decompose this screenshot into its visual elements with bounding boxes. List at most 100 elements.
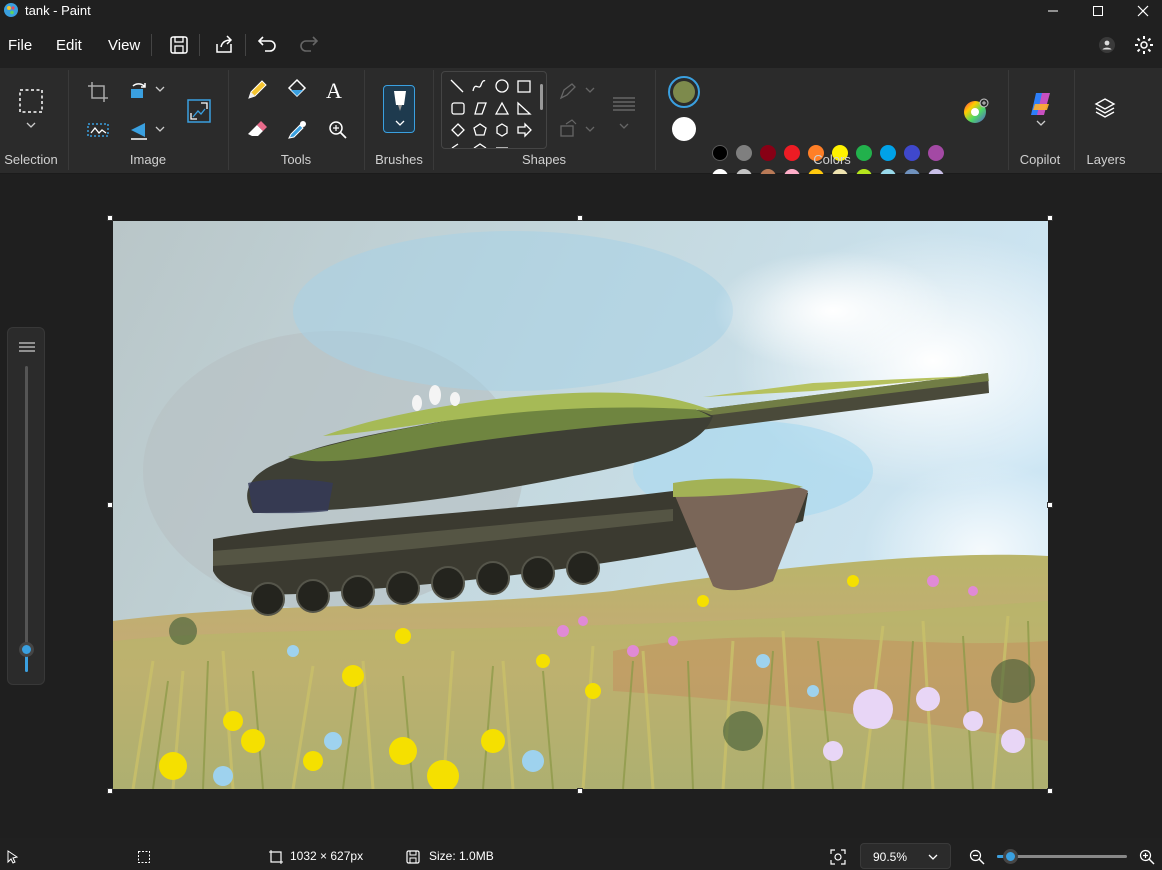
- group-label-layers: Layers: [1086, 152, 1126, 167]
- magnifier-icon[interactable]: [326, 118, 350, 142]
- ribbon-separator: [228, 70, 229, 170]
- maximize-icon: [1093, 6, 1103, 16]
- color-swatch[interactable]: [928, 145, 944, 161]
- resize-handle-bottom-left[interactable]: [107, 788, 113, 794]
- ribbon-separator: [1008, 70, 1009, 170]
- rotate-icon[interactable]: [127, 80, 151, 104]
- canvas-dimensions: 1032 × 627px: [290, 849, 364, 863]
- primary-color-fill: [673, 81, 695, 103]
- color-swatch[interactable]: [760, 145, 776, 161]
- canvas-image[interactable]: [113, 221, 1048, 789]
- ribbon-separator: [68, 70, 69, 170]
- brush-size-panel: [7, 327, 45, 685]
- shapes-gallery-icons: [450, 79, 543, 148]
- rectangle-select-icon[interactable]: [18, 88, 44, 114]
- status-bar: 1032 × 627px Size: 1.0MB 90.5%: [0, 838, 1162, 870]
- maximize-button[interactable]: [1075, 0, 1121, 22]
- shape-outline-icon[interactable]: [558, 80, 598, 104]
- tank-painting: [113, 221, 1048, 789]
- resize-handle-left[interactable]: [107, 502, 113, 508]
- color-swatch[interactable]: [880, 145, 896, 161]
- close-button[interactable]: [1120, 0, 1162, 22]
- resize-handle-bottom-right[interactable]: [1047, 788, 1053, 794]
- chevron-down-icon[interactable]: [1034, 118, 1048, 128]
- ribbon-toolbar: Selection Image A Tools Brushes Shapes C…: [0, 68, 1162, 209]
- chevron-down-icon: [928, 854, 938, 860]
- file-size-icon: [406, 850, 420, 864]
- selection-size-icon: [138, 851, 150, 863]
- minimize-button[interactable]: [1030, 0, 1076, 22]
- ribbon-separator: [655, 70, 656, 170]
- menu-file[interactable]: File: [8, 37, 32, 54]
- menu-separator: [151, 34, 152, 56]
- window-title: tank - Paint: [25, 3, 91, 18]
- chevron-down-icon[interactable]: [153, 84, 167, 94]
- color-swatch[interactable]: [712, 145, 728, 161]
- resize-handle-bottom[interactable]: [577, 788, 583, 794]
- resize-image-icon[interactable]: [186, 98, 212, 124]
- ribbon-separator: [1074, 70, 1075, 170]
- shape-fill-icon[interactable]: [558, 118, 598, 142]
- remove-background-icon[interactable]: [86, 118, 110, 142]
- shapes-gallery[interactable]: [441, 71, 547, 149]
- resize-handle-top[interactable]: [577, 215, 583, 221]
- pencil-icon[interactable]: [245, 78, 269, 102]
- brushes-button[interactable]: [383, 85, 415, 133]
- account-icon[interactable]: [1097, 35, 1117, 55]
- chevron-down-icon[interactable]: [24, 120, 38, 130]
- zoom-in-icon[interactable]: [1138, 848, 1156, 866]
- flip-icon[interactable]: [127, 118, 151, 142]
- chevron-down-icon[interactable]: [153, 124, 167, 134]
- resize-handle-top-right[interactable]: [1047, 215, 1053, 221]
- zoom-out-icon[interactable]: [968, 848, 986, 866]
- share-icon[interactable]: [213, 34, 235, 56]
- copilot-icon[interactable]: [1027, 90, 1055, 118]
- zoom-dropdown[interactable]: 90.5%: [860, 843, 951, 869]
- redo-icon[interactable]: [297, 33, 319, 55]
- group-label-brushes: Brushes: [375, 152, 423, 167]
- resize-handle-top-left[interactable]: [107, 215, 113, 221]
- menu-view[interactable]: View: [108, 37, 140, 54]
- group-label-colors: Colors: [813, 152, 851, 167]
- group-label-tools: Tools: [280, 152, 312, 167]
- cursor-position-icon: [7, 850, 19, 864]
- layers-icon[interactable]: [1093, 96, 1117, 120]
- menu-separator: [199, 34, 200, 56]
- secondary-color-swatch[interactable]: [672, 117, 696, 141]
- menu-edit[interactable]: Edit: [56, 37, 82, 54]
- crop-icon[interactable]: [86, 80, 110, 104]
- fit-to-window-icon[interactable]: [829, 848, 847, 866]
- color-swatch[interactable]: [736, 145, 752, 161]
- menu-separator: [245, 34, 246, 56]
- brush-size-track[interactable]: [25, 366, 28, 672]
- close-icon: [1137, 5, 1149, 17]
- group-label-shapes: Shapes: [521, 152, 567, 167]
- minimize-icon: [1048, 10, 1058, 12]
- paint-app-icon: [4, 3, 18, 17]
- ribbon-separator: [364, 70, 365, 170]
- brush-icon: [394, 91, 406, 111]
- zoom-level: 90.5%: [873, 850, 908, 864]
- stroke-width-icon: [19, 342, 35, 352]
- group-label-selection: Selection: [4, 152, 58, 167]
- canvas-size-icon: [269, 850, 283, 864]
- color-swatch[interactable]: [904, 145, 920, 161]
- save-icon[interactable]: [168, 34, 190, 56]
- undo-icon[interactable]: [257, 33, 279, 55]
- color-picker-icon[interactable]: [285, 118, 309, 142]
- fill-bucket-icon[interactable]: [285, 78, 309, 102]
- brush-size-thumb[interactable]: [19, 642, 34, 657]
- chevron-down-icon: [395, 120, 405, 126]
- title-bar: tank - Paint: [0, 0, 1162, 22]
- file-size: Size: 1.0MB: [429, 849, 494, 863]
- text-tool-icon[interactable]: A: [326, 78, 350, 103]
- settings-gear-icon[interactable]: [1133, 34, 1155, 56]
- resize-handle-right[interactable]: [1047, 502, 1053, 508]
- zoom-slider-thumb[interactable]: [1003, 849, 1018, 864]
- group-label-image: Image: [129, 152, 167, 167]
- eraser-icon[interactable]: [245, 118, 269, 142]
- zoom-slider-track[interactable]: [997, 849, 1127, 864]
- primary-color-swatch[interactable]: [668, 76, 700, 108]
- edit-colors-icon[interactable]: [962, 97, 990, 125]
- line-size-icon[interactable]: [610, 92, 638, 132]
